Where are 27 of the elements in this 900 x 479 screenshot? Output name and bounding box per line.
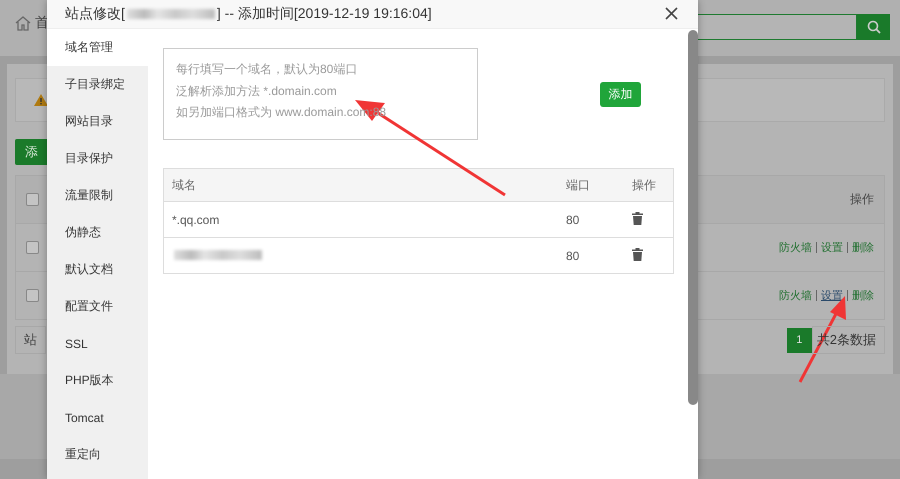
- checkbox[interactable]: [26, 193, 39, 206]
- table-cell: *.qq.com: [164, 202, 558, 238]
- checkbox[interactable]: [26, 241, 39, 254]
- action-link[interactable]: 设置: [821, 288, 843, 303]
- search-icon: [866, 20, 880, 34]
- footer-label: 站: [15, 326, 46, 354]
- table-cell: 80: [558, 202, 624, 238]
- placeholder-line: 每行填写一个域名，默认为80端口: [176, 61, 358, 78]
- column-header: 域名: [164, 168, 558, 202]
- home-icon[interactable]: [14, 15, 32, 31]
- checkbox[interactable]: [26, 289, 39, 302]
- trash-icon[interactable]: [632, 248, 643, 260]
- column-header: 端口: [558, 168, 624, 202]
- trash-icon[interactable]: [632, 212, 643, 224]
- search-button[interactable]: [857, 14, 890, 40]
- placeholder-line: 泛解析添加方法 *.domain.com: [176, 82, 338, 100]
- warning-icon: [34, 94, 48, 106]
- breadcrumb-text[interactable]: 首: [35, 14, 49, 32]
- column-header: 操作: [624, 168, 674, 202]
- scrollbar[interactable]: [688, 30, 698, 405]
- dialog-title: ] -- 添加时间[2019-12-19 19:16:04]: [216, 5, 432, 23]
- close-icon[interactable]: [665, 7, 678, 20]
- dialog-title: 站点修改[: [65, 5, 125, 23]
- column-header: 操作: [850, 191, 874, 208]
- page-button[interactable]: 1: [786, 328, 812, 352]
- table-cell: 80: [558, 238, 624, 274]
- sidebar-tab[interactable]: 域名管理: [47, 29, 148, 66]
